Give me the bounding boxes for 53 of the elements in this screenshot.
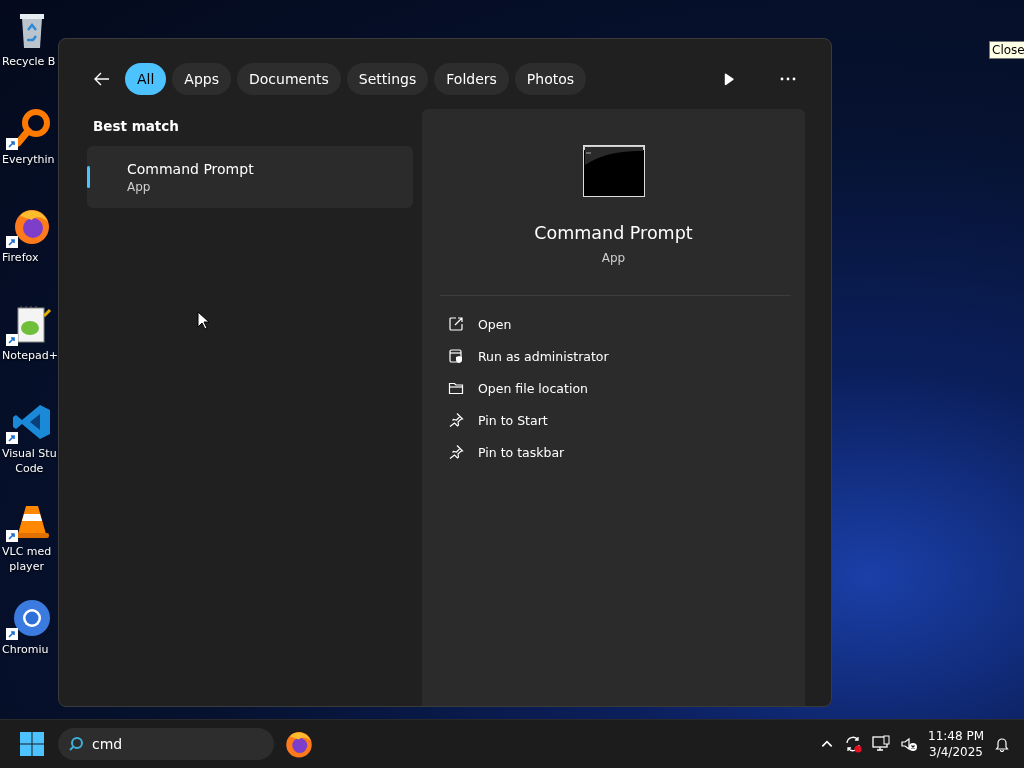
code-editor-icon[interactable]: [12, 402, 52, 442]
network-button[interactable]: [872, 735, 890, 753]
filter-tab[interactable]: Apps: [172, 63, 231, 95]
firefox-taskbar-button[interactable]: [284, 729, 314, 759]
action-item[interactable]: Run as administrator: [440, 340, 640, 372]
action-item[interactable]: Pin to taskbar: [440, 436, 640, 468]
pin-icon: [448, 444, 464, 460]
desktop-icon-label[interactable]: Firefox: [2, 250, 39, 265]
filter-tab[interactable]: Folders: [434, 63, 509, 95]
filter-tab[interactable]: Settings: [346, 63, 429, 95]
tooltip: Close: [989, 41, 1024, 59]
firefox-icon: [284, 729, 314, 759]
result-subtitle: App: [127, 179, 152, 194]
desktop-icon-label[interactable]: VLC med player: [2, 544, 52, 574]
action-item[interactable]: Open file location: [440, 372, 640, 404]
sync-button[interactable]: [844, 735, 862, 753]
action-item[interactable]: Open: [440, 308, 640, 340]
notification-icon: [994, 736, 1010, 752]
open-external-icon: [448, 316, 464, 332]
network-icon: [872, 735, 890, 753]
windows-logo-icon: [18, 730, 46, 758]
search-result[interactable]: Command Prompt App: [87, 146, 413, 208]
section-heading: Best match: [93, 118, 180, 134]
clock[interactable]: 11:48 PM 3/4/2025: [928, 728, 984, 760]
start-button[interactable]: [18, 730, 46, 758]
search-input[interactable]: cmd: [92, 736, 252, 752]
mouse-cursor-icon: [197, 311, 209, 330]
muted-speaker-icon: [900, 735, 918, 753]
result-title: Command Prompt: [127, 160, 254, 177]
filter-tab[interactable]: Photos: [514, 63, 587, 95]
desktop-icon-label[interactable]: Everythin: [2, 152, 55, 167]
taskbar-search-field[interactable]: cmd: [58, 728, 274, 760]
terminal-window-icon: [582, 145, 645, 197]
pin-icon: [448, 412, 464, 428]
clock-date: 3/4/2025: [929, 744, 983, 760]
browser-icon[interactable]: [12, 598, 52, 638]
search-icon: [68, 736, 84, 752]
folder-icon: [448, 380, 464, 396]
desktop-icon-label[interactable]: Notepad+: [2, 348, 58, 363]
clock-time: 11:48 PM: [928, 728, 984, 744]
shield-window-icon: [448, 348, 464, 364]
desktop-icon-label[interactable]: Visual Stu Code: [2, 446, 57, 476]
more-icon: [780, 77, 796, 81]
filter-tab[interactable]: All: [125, 63, 167, 95]
preview-title: Command Prompt: [534, 223, 693, 243]
muted-speaker-button[interactable]: [900, 735, 918, 753]
desktop-icon-label[interactable]: Recycle B: [2, 54, 56, 69]
filter-tab[interactable]: Documents: [237, 63, 341, 95]
desktop-icon-label[interactable]: Chromiu: [2, 642, 49, 657]
preview-subtitle: App: [601, 251, 626, 265]
action-item[interactable]: Pin to Start: [440, 404, 640, 436]
sync-icon: [844, 735, 862, 753]
notification-button[interactable]: [994, 736, 1010, 752]
